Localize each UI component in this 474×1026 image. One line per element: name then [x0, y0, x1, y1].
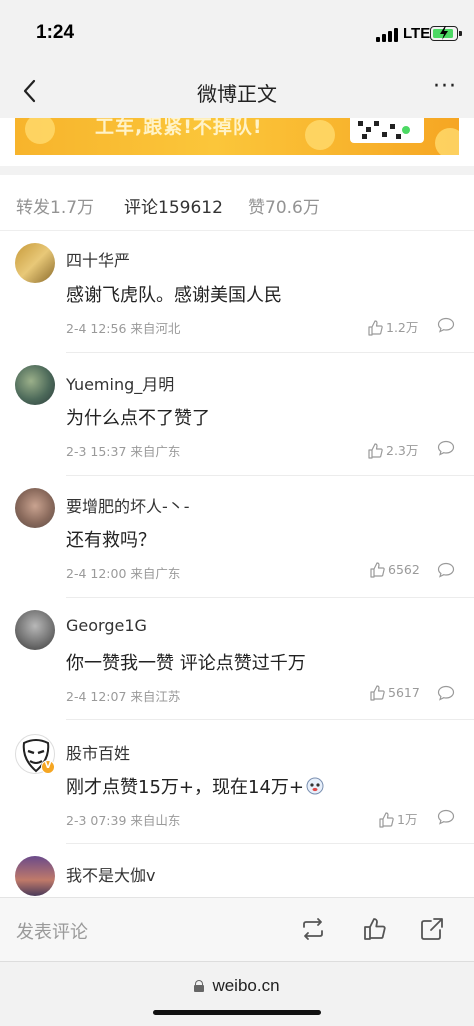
share-icon[interactable]	[419, 916, 445, 942]
reply-icon[interactable]	[437, 440, 455, 456]
reply-icon[interactable]	[437, 685, 455, 701]
like-button[interactable]: 2.3万	[367, 440, 418, 459]
comment-author[interactable]: Yueming_月明	[66, 371, 174, 395]
comment-item: 四十华严 感谢飞虎队。感谢美国人民 2-4 12:56 来自河北 1.2万	[0, 231, 474, 353]
coin-decoration	[25, 118, 55, 144]
page-title: 微博正文	[197, 82, 277, 106]
like-count: 1万	[397, 812, 418, 827]
battery-charging-icon	[430, 26, 462, 41]
coin-decoration	[435, 128, 459, 155]
comment-text: 感谢飞虎队。感谢美国人民	[66, 285, 282, 306]
avatar[interactable]	[15, 610, 55, 650]
like-count: 1.2万	[386, 320, 419, 335]
thumbs-up-icon	[368, 320, 383, 336]
verified-badge-icon: V	[41, 760, 55, 774]
more-options-button[interactable]: ···	[430, 74, 460, 104]
emoji-icon	[306, 777, 324, 795]
qr-code-icon	[350, 118, 424, 143]
home-indicator	[153, 1010, 321, 1015]
comment-meta: 2-4 12:56 来自河北	[66, 321, 181, 336]
lock-icon	[194, 980, 205, 992]
thumbs-up-icon	[368, 443, 383, 459]
comment-item: Yueming_月明 为什么点不了赞了 2-3 15:37 来自广东 2.3万	[0, 353, 474, 476]
thumbs-up-icon	[370, 562, 385, 578]
comment-text: 你一赞我一赞 评论点赞过千万	[66, 653, 306, 674]
like-count: 6562	[388, 562, 420, 577]
like-button[interactable]: 6562	[369, 562, 420, 578]
bottom-action-bar: 发表评论	[0, 897, 474, 961]
comment-author[interactable]: 我不是大伽v	[66, 862, 155, 886]
comment-author[interactable]: George1G	[66, 616, 147, 635]
comment-text: 刚才点赞15万+，现在14万+	[66, 773, 324, 799]
comment-item: George1G 你一赞我一赞 评论点赞过千万 2-4 12:07 来自江苏 5…	[0, 598, 474, 720]
like-button[interactable]: 5617	[369, 685, 420, 701]
banner-text: 工车,跟紧!不掉队!	[95, 118, 263, 138]
reply-icon[interactable]	[437, 317, 455, 333]
comment-meta: 2-4 12:07 来自江苏	[66, 689, 181, 704]
tab-reposts[interactable]: 转发1.7万	[16, 193, 94, 218]
network-type: LTE	[403, 25, 431, 42]
like-button[interactable]: 1.2万	[367, 317, 418, 336]
comment-item: 我不是大伽v	[0, 844, 474, 897]
avatar[interactable]	[15, 488, 55, 528]
status-bar: 1:24 LTE	[0, 0, 474, 64]
like-count: 5617	[388, 685, 420, 700]
comment-author[interactable]: 要增肥的坏人-丶-	[66, 493, 190, 517]
comment-item: 要增肥的坏人-丶- 还有救吗？ 2-4 12:00 来自广东 6562	[0, 476, 474, 598]
post-comment-input[interactable]: 发表评论	[16, 918, 88, 944]
signal-strength-icon	[376, 26, 398, 42]
thumbs-up-icon	[370, 685, 385, 701]
url-display[interactable]: weibo.cn	[0, 976, 474, 996]
comment-meta: 2-3 07:39 来自山东	[66, 813, 181, 828]
comment-meta: 2-3 15:37 来自广东	[66, 444, 181, 459]
comment-text: 为什么点不了赞了	[66, 408, 210, 429]
section-separator	[0, 166, 474, 175]
tab-likes[interactable]: 赞70.6万	[248, 193, 320, 218]
comment-tabs: 转发1.7万 评论159612 赞70.6万	[0, 175, 474, 231]
coin-decoration	[305, 120, 335, 150]
comment-text: 还有救吗？	[66, 530, 156, 551]
ad-banner[interactable]: 工车,跟紧!不掉队!	[15, 118, 459, 155]
thumbs-up-icon[interactable]	[362, 916, 388, 942]
like-count: 2.3万	[386, 443, 419, 458]
comment-author[interactable]: 四十华严	[66, 247, 130, 271]
tab-comments[interactable]: 评论159612	[124, 193, 223, 218]
browser-address-bar[interactable]: weibo.cn	[0, 961, 474, 1026]
repost-icon[interactable]	[300, 916, 326, 942]
like-button[interactable]: 1万	[378, 809, 417, 828]
thumbs-up-icon	[379, 812, 394, 828]
avatar[interactable]	[15, 365, 55, 405]
avatar[interactable]	[15, 243, 55, 283]
reply-icon[interactable]	[437, 809, 455, 825]
navigation-bar: 微博正文 ···	[0, 64, 474, 118]
reply-icon[interactable]	[437, 562, 455, 578]
comment-item: V 股市百姓 刚才点赞15万+，现在14万+ 2-3 07:39 来自山东 1万	[0, 720, 474, 844]
comment-author[interactable]: 股市百姓	[66, 740, 130, 764]
avatar[interactable]	[15, 856, 55, 896]
comment-meta: 2-4 12:00 来自广东	[66, 566, 181, 581]
status-time: 1:24	[36, 22, 75, 43]
